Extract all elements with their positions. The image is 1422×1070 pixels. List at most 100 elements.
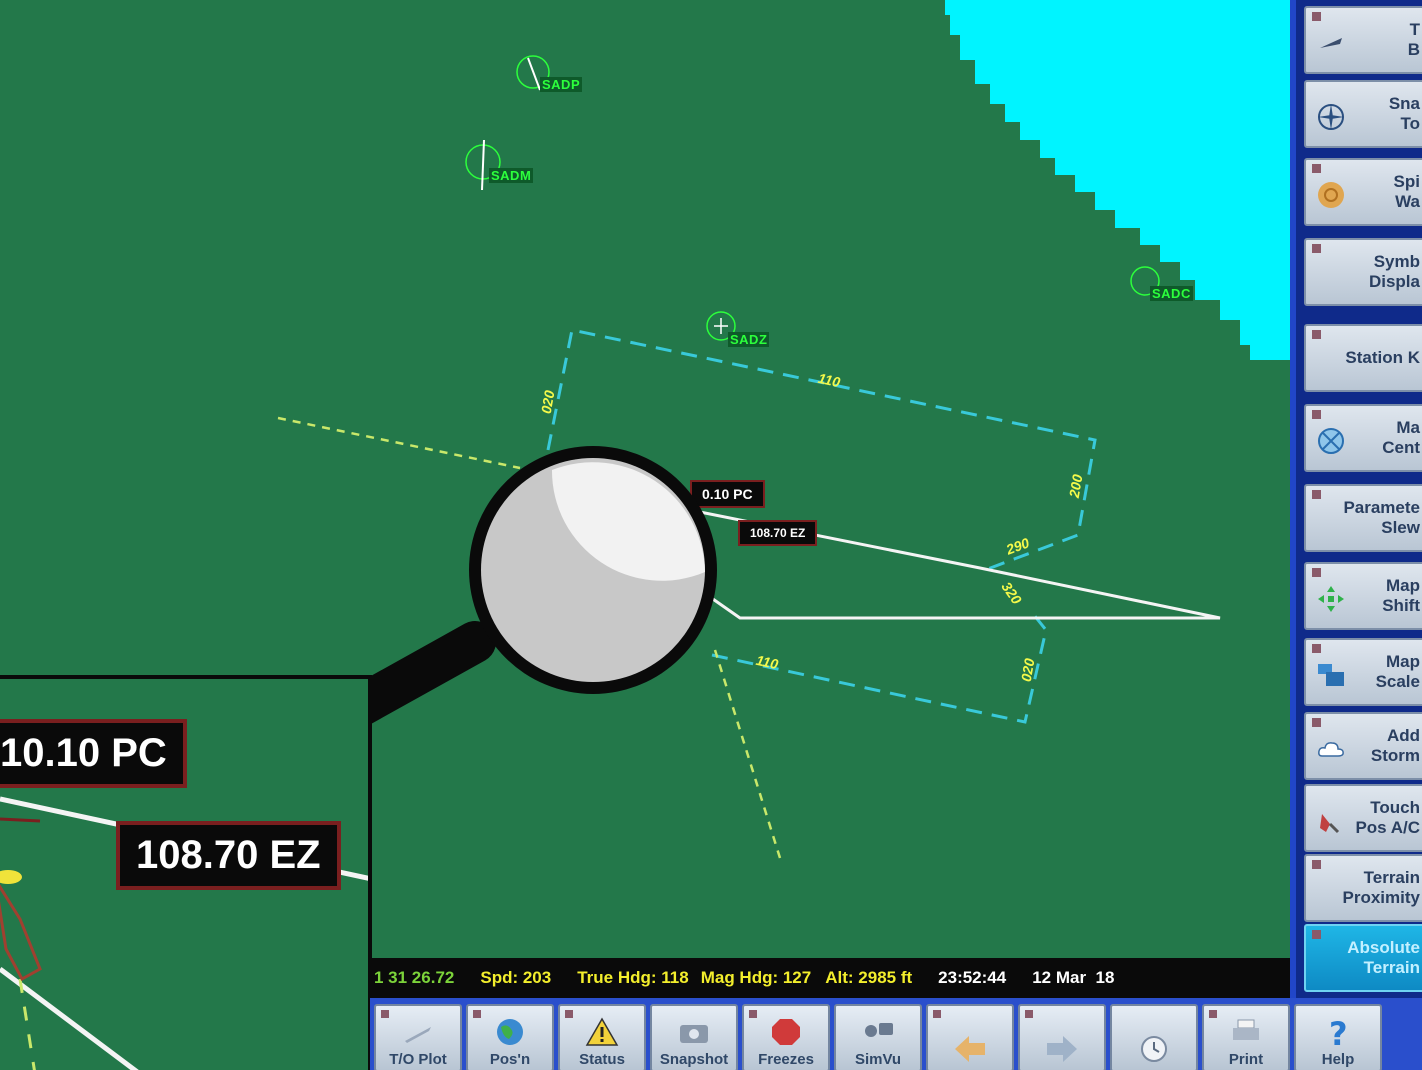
- side-button-top[interactable]: T B: [1304, 6, 1422, 74]
- tool-button-help[interactable]: ? Help: [1294, 1004, 1382, 1070]
- side-button-map-scale[interactable]: Map Scale: [1304, 638, 1422, 706]
- status-mag-heading: Mag Hdg: 127: [700, 968, 812, 987]
- side-button-terrain-proximity[interactable]: Terrain Proximity: [1304, 854, 1422, 922]
- status-speed: Spd: 203: [480, 968, 552, 987]
- water-area: [945, 0, 1300, 360]
- globe-icon: [497, 1019, 523, 1045]
- flag-marker: [749, 1010, 757, 1018]
- waypoint-label-sadz: SADZ: [728, 332, 770, 347]
- status-coordinate: 1 31 26.72: [374, 968, 455, 987]
- clock-icon: [1141, 1036, 1167, 1062]
- side-button-symbol-display[interactable]: Symb Displa: [1304, 238, 1422, 306]
- runway-icon: [405, 1027, 431, 1043]
- side-button-label: Touch Pos A/C: [1355, 797, 1420, 837]
- side-button-label: Symb Displa: [1368, 251, 1420, 291]
- spiral-icon: [1318, 182, 1344, 208]
- tool-button-back[interactable]: [926, 1004, 1014, 1070]
- flag-marker: [473, 1010, 481, 1018]
- flag-marker: [1209, 1010, 1217, 1018]
- tool-button-status[interactable]: Status: [558, 1004, 646, 1070]
- side-button-absolute-terrain[interactable]: Absolute Terrain: [1304, 924, 1422, 992]
- help-icon: ?: [1329, 1017, 1348, 1047]
- tool-button-label: Status: [579, 1051, 625, 1068]
- status-bar: 1 31 26.72 Spd: 203 True Hdg: 118 Mag Hd…: [370, 958, 1290, 998]
- side-button-station[interactable]: Station K: [1304, 324, 1422, 392]
- side-button-label: Absolute Terrain: [1347, 937, 1420, 977]
- side-button-map-shift[interactable]: Map Shift: [1304, 562, 1422, 630]
- flag-marker: [933, 1010, 941, 1018]
- compass-icon: [1318, 104, 1344, 130]
- bottom-toolbar: T/O Plot Pos'n Status Snapshot Freezes S…: [370, 998, 1422, 1070]
- side-button-parameter-slew[interactable]: Paramete Slew: [1304, 484, 1422, 552]
- printer-icon: [1233, 1019, 1259, 1040]
- flag-marker: [381, 1010, 389, 1018]
- flag-marker: [1312, 410, 1321, 419]
- tool-button-label: Print: [1228, 1051, 1264, 1068]
- status-date: 12 Mar 18: [1032, 968, 1115, 987]
- side-button-spiral[interactable]: Spi Wa: [1304, 158, 1422, 226]
- stop-icon: [772, 1019, 800, 1045]
- status-time: 23:52:44: [938, 968, 1007, 987]
- side-button-label: Paramete Slew: [1343, 497, 1420, 537]
- tool-button-label: Pos'n: [489, 1051, 531, 1068]
- flag-marker: [1312, 568, 1321, 577]
- waypoint-label-sadc: SADC: [1150, 286, 1193, 301]
- tool-button-label: Help: [1321, 1051, 1355, 1068]
- simvu-icon: [865, 1023, 893, 1037]
- forward-arrow-icon: [1047, 1036, 1077, 1062]
- tool-button-snapshot[interactable]: Snapshot: [650, 1004, 738, 1070]
- flag-marker: [1312, 718, 1321, 727]
- tool-button-print[interactable]: Print: [1202, 1004, 1290, 1070]
- svg-text:?: ?: [1329, 1017, 1348, 1047]
- map-center-icon: [1318, 428, 1344, 454]
- flag-marker: [1312, 490, 1321, 499]
- side-button-label: Sna To: [1388, 93, 1420, 133]
- tool-button-label: SimVu: [854, 1051, 902, 1068]
- flag-marker: [1312, 930, 1321, 939]
- flag-marker: [1312, 644, 1321, 653]
- tool-button-label: Freezes: [758, 1051, 814, 1068]
- flag-marker: [1312, 860, 1321, 869]
- side-button-add-storm[interactable]: Add Storm: [1304, 712, 1422, 780]
- hand-icon: [1320, 814, 1340, 834]
- side-button-label: T B: [1407, 19, 1420, 59]
- flag-marker: [1312, 164, 1321, 173]
- side-button-label: Ma Cent: [1382, 417, 1420, 457]
- status-true-heading: True Hdg: 118: [577, 968, 689, 987]
- waypoint-label-sadp: SADP: [540, 77, 583, 92]
- tool-button-label: Snapshot: [659, 1051, 729, 1068]
- tool-button-freezes[interactable]: Freezes: [742, 1004, 830, 1070]
- status-altitude: Alt: 2985 ft: [825, 968, 913, 987]
- tool-button-forward[interactable]: [1018, 1004, 1106, 1070]
- tool-button-position[interactable]: Pos'n: [466, 1004, 554, 1070]
- side-button-label: Terrain Proximity: [1342, 867, 1420, 907]
- scale-icon: [1318, 664, 1344, 686]
- tool-button-simvu[interactable]: SimVu: [834, 1004, 922, 1070]
- flag-marker: [565, 1010, 573, 1018]
- tool-button-to-plot[interactable]: T/O Plot: [374, 1004, 462, 1070]
- plane-icon: [1320, 38, 1342, 48]
- side-button-label: Station K: [1345, 347, 1420, 367]
- side-button-label: Spi Wa: [1393, 171, 1420, 211]
- tool-button-label: T/O Plot: [389, 1051, 447, 1068]
- flag-marker: [1312, 330, 1321, 339]
- zoomed-frequency-box: 108.70 EZ: [116, 821, 341, 890]
- navaid-frequency-box[interactable]: 108.70 EZ: [738, 520, 818, 546]
- side-button-label: Map Shift: [1382, 575, 1420, 615]
- side-button-label: Map Scale: [1375, 651, 1420, 691]
- cloud-icon: [1318, 742, 1344, 757]
- move-arrows-icon: [1318, 586, 1344, 612]
- zoom-inset: 10.10 PC 108.70 EZ: [0, 675, 372, 1070]
- side-panel: T B Sna To Spi Wa Symb Displa Station K …: [1290, 0, 1422, 1000]
- side-button-label: Add Storm: [1370, 725, 1420, 765]
- flag-marker: [1025, 1010, 1033, 1018]
- warning-icon: [585, 1017, 619, 1046]
- flag-marker: [1312, 12, 1321, 21]
- side-button-map-center[interactable]: Ma Cent: [1304, 404, 1422, 472]
- tool-button-clock[interactable]: [1110, 1004, 1198, 1070]
- back-arrow-icon: [955, 1036, 985, 1062]
- side-button-snap-to[interactable]: Sna To: [1304, 80, 1422, 148]
- side-button-touch-pos[interactable]: Touch Pos A/C: [1304, 784, 1422, 852]
- zoomed-frequency-box: 10.10 PC: [0, 719, 187, 788]
- camera-icon: [680, 1025, 708, 1043]
